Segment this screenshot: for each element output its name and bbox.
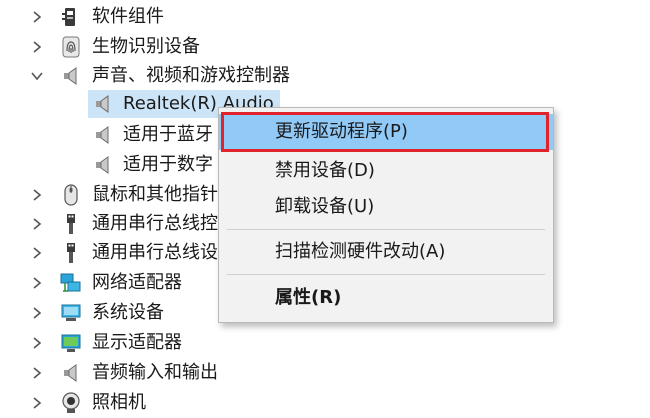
camera-icon [60, 391, 82, 415]
speaker-icon [92, 123, 114, 147]
menu-item-label: 属性(R) [275, 287, 342, 308]
software-component-icon [60, 5, 82, 29]
speaker-icon [60, 361, 82, 385]
tree-item-label: 音频输入和输出 [92, 362, 218, 383]
chevron-right-icon[interactable] [30, 246, 44, 260]
menu-item-label: 扫描检测硬件改动(A) [275, 241, 446, 262]
display-adapter-icon [60, 331, 82, 355]
menu-item-scan-hardware-changes[interactable]: 扫描检测硬件改动(A) [219, 234, 553, 270]
speaker-icon [92, 153, 114, 177]
network-adapter-icon [60, 271, 82, 295]
fingerprint-icon [60, 35, 82, 59]
chevron-right-icon[interactable] [30, 276, 44, 290]
system-device-icon [60, 301, 82, 325]
menu-item-uninstall-device[interactable]: 卸载设备(U) [219, 189, 553, 225]
usb-icon [60, 241, 82, 265]
menu-separator [227, 274, 545, 275]
mouse-icon [60, 183, 82, 207]
chevron-down-icon[interactable] [30, 69, 44, 83]
tree-item-label: 适用于数字 [123, 154, 213, 175]
tree-item-label: 鼠标和其他指针 [92, 184, 218, 205]
tree-item-biometric-devices[interactable]: 生物识别设备 [0, 32, 650, 62]
tree-item-sound-video-game-controllers[interactable]: 声音、视频和游戏控制器 [0, 61, 650, 91]
speaker-icon [92, 92, 114, 116]
menu-item-properties[interactable]: 属性(R) [219, 280, 553, 316]
tree-item-label: 系统设备 [92, 302, 164, 323]
chevron-right-icon[interactable] [30, 40, 44, 54]
chevron-right-icon[interactable] [30, 396, 44, 410]
menu-item-label: 卸载设备(U) [275, 196, 375, 217]
tree-item-label: 通用串行总线控 [92, 213, 218, 234]
tree-item-label: 通用串行总线设 [92, 242, 218, 263]
tree-item-audio-inputs-outputs[interactable]: 音频输入和输出 [0, 358, 650, 388]
annotation-highlight-box [221, 112, 549, 152]
tree-item-label: 生物识别设备 [92, 36, 200, 57]
tree-item-label: 软件组件 [92, 6, 164, 27]
tree-item-label: 照相机 [92, 392, 146, 413]
chevron-right-icon[interactable] [30, 306, 44, 320]
tree-item-label: 声音、视频和游戏控制器 [92, 65, 290, 86]
chevron-right-icon[interactable] [30, 188, 44, 202]
tree-item-software-components[interactable]: 软件组件 [0, 2, 650, 32]
speaker-icon [60, 64, 82, 88]
chevron-right-icon[interactable] [30, 366, 44, 380]
tree-item-label: 网络适配器 [92, 272, 182, 293]
context-menu: 更新驱动程序(P) 禁用设备(D) 卸载设备(U) 扫描检测硬件改动(A) 属性… [218, 107, 554, 323]
menu-item-label: 禁用设备(D) [275, 160, 375, 181]
tree-item-label: 适用于蓝牙 [123, 124, 213, 145]
tree-item-display-adapters[interactable]: 显示适配器 [0, 328, 650, 358]
menu-item-disable-device[interactable]: 禁用设备(D) [219, 153, 553, 189]
tree-item-label: 显示适配器 [92, 332, 182, 353]
menu-separator [227, 229, 545, 230]
chevron-right-icon[interactable] [30, 10, 44, 24]
chevron-right-icon[interactable] [30, 217, 44, 231]
chevron-right-icon[interactable] [30, 336, 44, 350]
usb-icon [60, 212, 82, 236]
